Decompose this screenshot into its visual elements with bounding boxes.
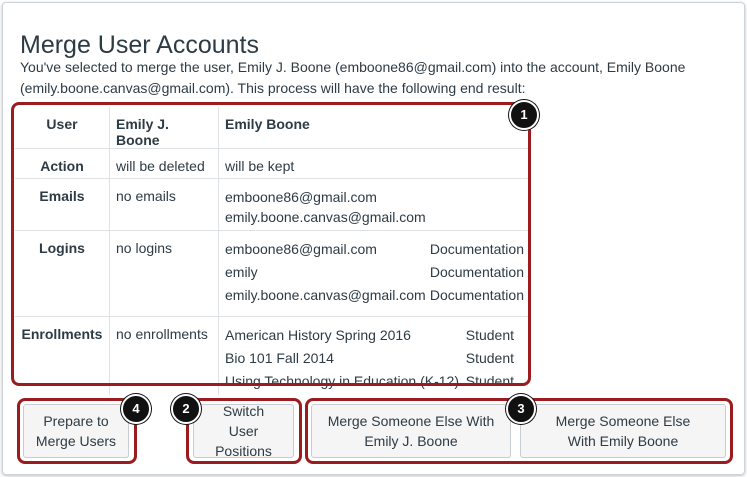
callout-badge-3: 3 — [506, 394, 536, 424]
table-highlight-outline — [11, 102, 531, 386]
page-title: Merge User Accounts — [20, 30, 259, 59]
prepare-button-highlight — [17, 398, 137, 464]
merge-description: You've selected to merge the user, Emily… — [20, 59, 686, 96]
switch-button-highlight — [186, 398, 302, 464]
callout-badge-4: 4 — [121, 394, 151, 424]
callout-badge-1: 1 — [509, 100, 539, 130]
callout-badge-2: 2 — [171, 394, 201, 424]
